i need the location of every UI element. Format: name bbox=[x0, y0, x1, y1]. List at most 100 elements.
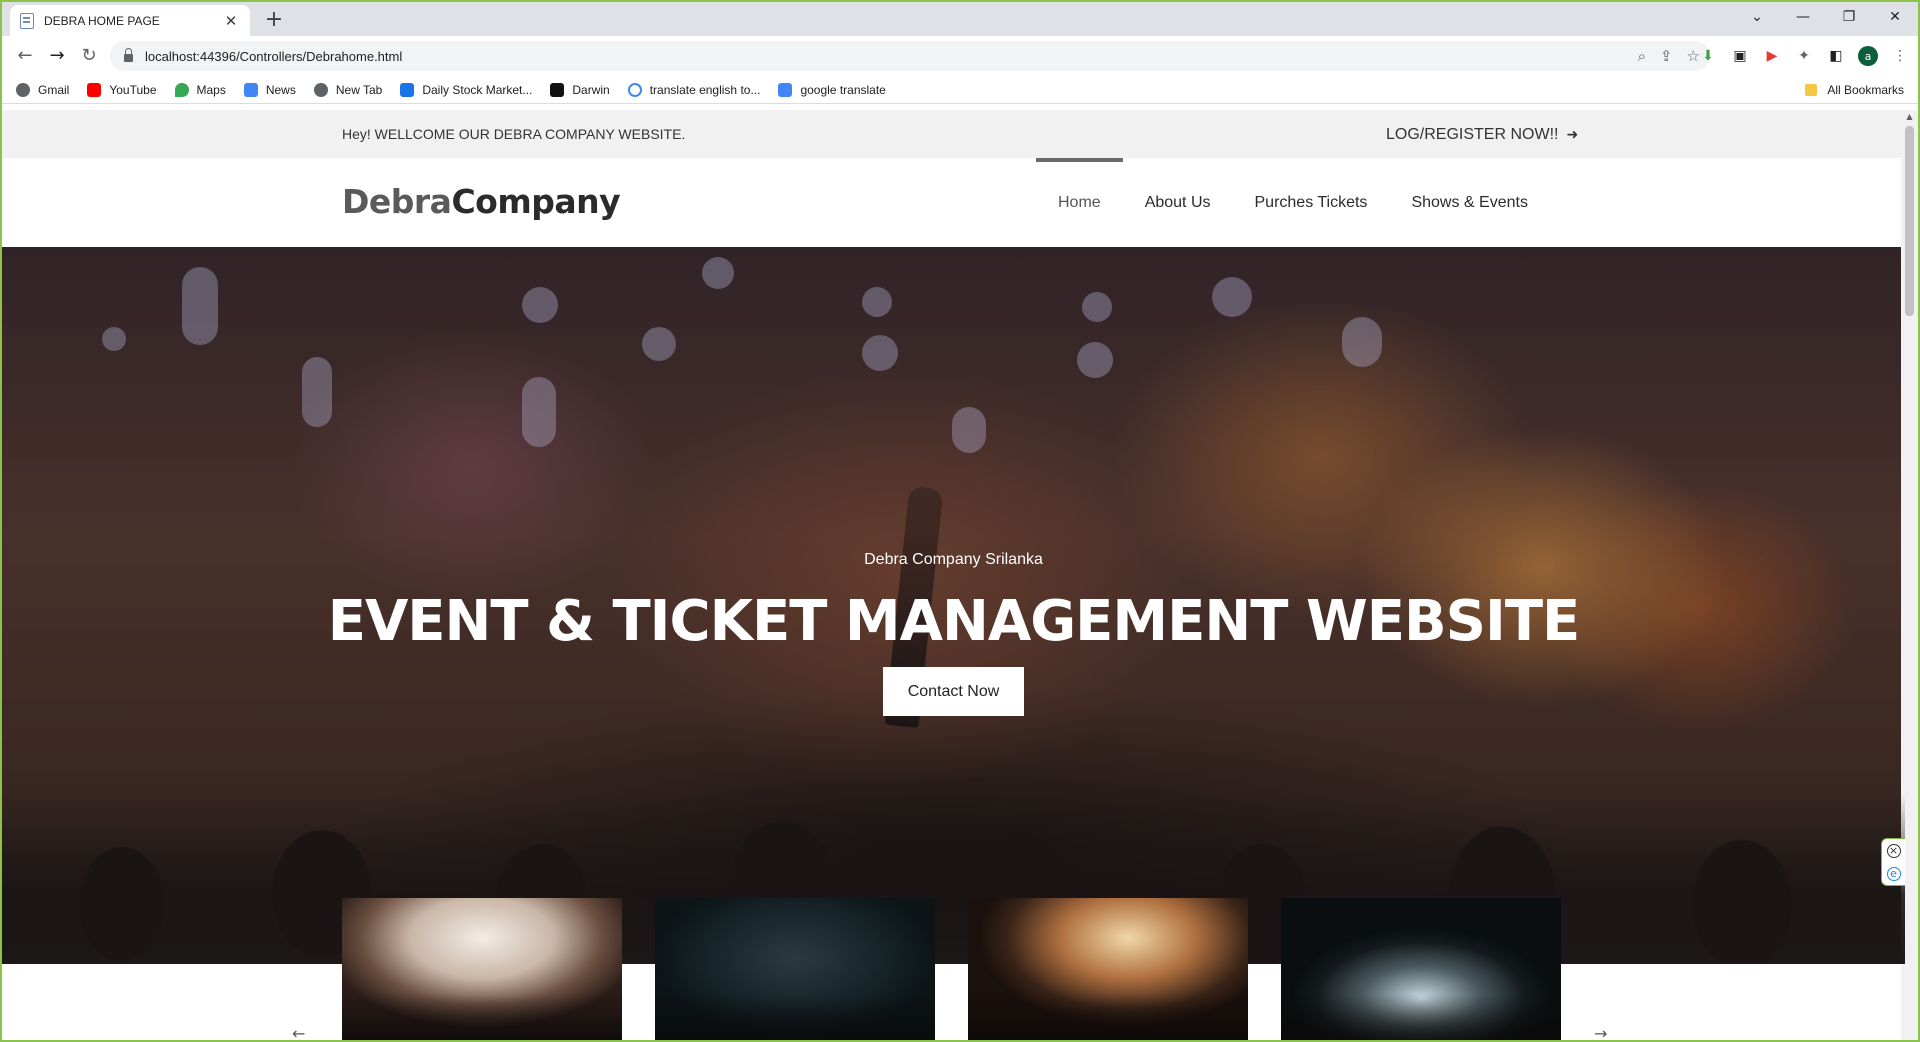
maps-icon bbox=[174, 82, 189, 97]
bokeh-light bbox=[952, 407, 986, 453]
zoom-icon[interactable]: ⌕ bbox=[1638, 47, 1646, 65]
gallery-image-confetti-crowd[interactable] bbox=[1281, 898, 1561, 1040]
contact-now-button[interactable]: Contact Now bbox=[883, 667, 1024, 716]
bokeh-light bbox=[102, 327, 126, 351]
hero-title: EVENT & TICKET MANAGEMENT WEBSITE bbox=[327, 589, 1581, 654]
nav-home[interactable]: Home bbox=[1036, 158, 1123, 247]
bookmark-google-translate[interactable]: google translate bbox=[778, 82, 886, 97]
page-favicon-icon bbox=[20, 12, 34, 29]
top-announcement-bar: Hey! WELLCOME OUR DEBRA COMPANY WEBSITE.… bbox=[2, 110, 1905, 158]
tab-title: DEBRA HOME PAGE bbox=[44, 13, 160, 28]
bokeh-light bbox=[862, 287, 892, 317]
bokeh-light bbox=[702, 257, 734, 289]
browser-window: DEBRA HOME PAGE ✕ + ⌄ — ❐ ✕ ← → ↻ localh… bbox=[0, 0, 1920, 1042]
scroll-thumb[interactable] bbox=[1905, 126, 1914, 316]
bookmark-stock-market[interactable]: Daily Stock Market... bbox=[400, 82, 533, 97]
tab-search-button[interactable]: ⌄ bbox=[1734, 2, 1780, 32]
bokeh-light bbox=[182, 267, 218, 345]
restore-button[interactable]: ❐ bbox=[1826, 2, 1872, 32]
bokeh-light bbox=[642, 327, 676, 361]
logo-part-company: Company bbox=[451, 182, 621, 221]
floating-side-widget: × e bbox=[1881, 838, 1905, 886]
menu-kebab-icon[interactable]: ⋮ bbox=[1890, 46, 1910, 66]
main-menu: Home About Us Purches Tickets Shows & Ev… bbox=[1036, 158, 1550, 247]
bokeh-light bbox=[1082, 292, 1112, 322]
play-extension-icon[interactable]: ▶ bbox=[1762, 46, 1782, 66]
event-gallery-carousel bbox=[342, 898, 1564, 1040]
bookmark-label: translate english to... bbox=[649, 82, 761, 97]
reload-button[interactable]: ↻ bbox=[74, 42, 104, 70]
bokeh-light bbox=[522, 287, 558, 323]
bookmark-darwin[interactable]: Darwin bbox=[550, 82, 610, 97]
puzzle-extensions-icon[interactable]: ✦ bbox=[1794, 46, 1814, 66]
bokeh-light bbox=[862, 335, 898, 371]
page-viewport: Hey! WELLCOME OUR DEBRA COMPANY WEBSITE.… bbox=[2, 110, 1905, 1040]
browser-tab[interactable]: DEBRA HOME PAGE ✕ bbox=[10, 5, 250, 36]
bokeh-light bbox=[1342, 317, 1382, 367]
forward-button[interactable]: → bbox=[42, 42, 72, 70]
download-extension-icon[interactable]: ⬇ bbox=[1698, 46, 1718, 66]
minimize-button[interactable]: — bbox=[1780, 2, 1826, 32]
bookmark-label: google translate bbox=[800, 82, 886, 97]
back-button[interactable]: ← bbox=[10, 42, 40, 70]
carousel-next-icon[interactable]: → bbox=[1594, 1024, 1607, 1040]
all-bookmarks-button[interactable]: All Bookmarks bbox=[1805, 76, 1904, 104]
bookmark-label: YouTube bbox=[109, 82, 157, 97]
omnibox-actions: ⌕ ⇪ ☆ bbox=[1638, 41, 1700, 71]
hero-subtitle: Debra Company Srilanka bbox=[864, 551, 1043, 568]
darwin-icon bbox=[550, 82, 565, 97]
bookmark-label: Darwin bbox=[572, 82, 610, 97]
stock-icon bbox=[400, 82, 415, 97]
gallery-image-concert-stage[interactable] bbox=[342, 898, 622, 1040]
translate-icon bbox=[778, 82, 793, 97]
address-bar[interactable]: localhost:44396/Controllers/Debrahome.ht… bbox=[110, 41, 1710, 71]
new-tab-button[interactable]: + bbox=[260, 6, 288, 34]
edge-extension-icon[interactable]: e bbox=[1886, 866, 1901, 881]
lock-icon bbox=[124, 48, 133, 62]
news-icon bbox=[243, 82, 258, 97]
bokeh-light bbox=[522, 377, 556, 447]
nav-shows-events[interactable]: Shows & Events bbox=[1389, 158, 1550, 247]
tab-close-icon[interactable]: ✕ bbox=[222, 12, 240, 30]
bookmark-new-tab[interactable]: New Tab bbox=[313, 82, 383, 97]
youtube-icon bbox=[87, 82, 102, 97]
bokeh-light bbox=[1212, 277, 1252, 317]
bookmark-youtube[interactable]: YouTube bbox=[87, 82, 157, 97]
bookmark-label: New Tab bbox=[335, 82, 383, 97]
gallery-image-heart-hands[interactable] bbox=[968, 898, 1248, 1040]
close-window-button[interactable]: ✕ bbox=[1872, 2, 1918, 32]
logo-part-debra: Debra bbox=[342, 182, 452, 221]
bookmark-maps[interactable]: Maps bbox=[174, 82, 226, 97]
welcome-text: Hey! WELLCOME OUR DEBRA COMPANY WEBSITE. bbox=[342, 126, 686, 142]
carousel-prev-icon[interactable]: ← bbox=[292, 1024, 305, 1040]
login-register-link[interactable]: LOG/REGISTER NOW!! ➜ bbox=[1386, 110, 1578, 159]
bookmarks-bar: Gmail YouTube Maps News New Tab Daily St… bbox=[2, 76, 1918, 104]
nav-purches-tickets[interactable]: Purches Tickets bbox=[1233, 158, 1390, 247]
close-circle-icon[interactable]: × bbox=[1886, 843, 1901, 858]
share-icon[interactable]: ⇪ bbox=[1660, 47, 1673, 65]
browser-toolbar: ← → ↻ localhost:44396/Controllers/Debrah… bbox=[2, 36, 1918, 76]
bookmark-label: Daily Stock Market... bbox=[422, 82, 533, 97]
bokeh-light bbox=[302, 357, 332, 427]
gmail-icon bbox=[16, 82, 30, 97]
bokeh-light bbox=[1077, 342, 1113, 378]
bookmark-label: Gmail bbox=[38, 82, 70, 97]
image-extension-icon[interactable]: ▣ bbox=[1730, 46, 1750, 66]
login-register-label: LOG/REGISTER NOW!! bbox=[1386, 126, 1559, 143]
side-panel-icon[interactable]: ◧ bbox=[1826, 46, 1846, 66]
profile-avatar[interactable]: a bbox=[1858, 46, 1878, 66]
scroll-up-icon[interactable]: ▲ bbox=[1901, 110, 1918, 124]
bookmark-news[interactable]: News bbox=[243, 82, 296, 97]
gallery-image-hands-lights[interactable] bbox=[655, 898, 935, 1040]
folder-icon bbox=[1805, 84, 1818, 96]
tab-strip: DEBRA HOME PAGE ✕ + ⌄ — ❐ ✕ bbox=[2, 2, 1918, 36]
bookmark-translate-english[interactable]: translate english to... bbox=[627, 82, 761, 97]
google-icon bbox=[627, 82, 642, 97]
bookmark-gmail[interactable]: Gmail bbox=[16, 82, 70, 97]
main-navbar: DebraCompany Home About Us Purches Ticke… bbox=[2, 158, 1905, 247]
arrow-right-icon: ➜ bbox=[1566, 126, 1579, 142]
all-bookmarks-label: All Bookmarks bbox=[1827, 83, 1904, 97]
site-logo[interactable]: DebraCompany bbox=[342, 182, 621, 221]
url-text[interactable]: localhost:44396/Controllers/Debrahome.ht… bbox=[145, 49, 402, 64]
nav-about-us[interactable]: About Us bbox=[1123, 158, 1233, 247]
